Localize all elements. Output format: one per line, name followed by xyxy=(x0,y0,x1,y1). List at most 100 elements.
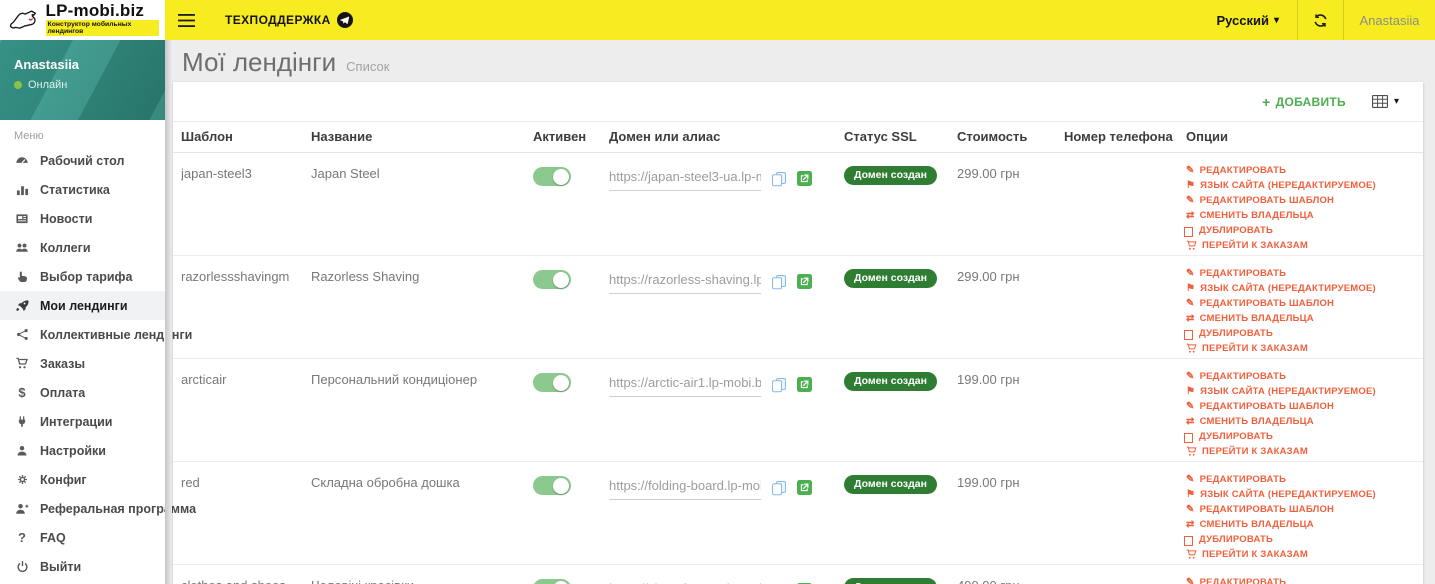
telegram-icon xyxy=(336,12,353,28)
plug-icon xyxy=(14,415,30,428)
sidebar-item-news[interactable]: Новости xyxy=(0,204,165,233)
open-site-icon[interactable] xyxy=(797,480,812,495)
open-site-icon[interactable] xyxy=(797,274,812,289)
ssl-status-badge: Домен создан xyxy=(844,269,937,288)
option-edit-template-link[interactable]: ✎ РЕДАКТИРОВАТЬ ШАБЛОН xyxy=(1186,195,1415,206)
language-dropdown[interactable]: Русский ▾ xyxy=(1198,0,1297,40)
hamburger-icon xyxy=(177,13,195,27)
option-duplicate-link[interactable]: ДУБЛИРОВАТЬ xyxy=(1183,431,1415,443)
option-duplicate-link[interactable]: ДУБЛИРОВАТЬ xyxy=(1183,225,1415,237)
sidebar-item-my-landings[interactable]: Мои лендинги xyxy=(0,291,165,320)
option-edit-template-link[interactable]: ✎ РЕДАКТИРОВАТЬ ШАБЛОН xyxy=(1186,504,1415,515)
option-edit-link[interactable]: ✎ РЕДАКТИРОВАТЬ xyxy=(1186,268,1415,279)
hamburger-menu-button[interactable] xyxy=(165,0,207,40)
exchange-icon: ⇄ xyxy=(1186,312,1195,324)
copy-domain-icon[interactable] xyxy=(771,171,787,187)
option-edit-template-link[interactable]: ✎ РЕДАКТИРОВАТЬ ШАБЛОН xyxy=(1186,401,1415,412)
copy-domain-icon[interactable] xyxy=(771,480,787,496)
chevron-down-icon: ▾ xyxy=(1273,14,1279,26)
active-toggle[interactable] xyxy=(533,476,571,495)
sidebar-item-orders[interactable]: Заказы xyxy=(0,349,165,378)
table-row: japan-steel3 Japan Steel https://japan-s… xyxy=(173,153,1423,256)
dashboard-icon xyxy=(14,154,30,168)
flag-icon: ⚑ xyxy=(1186,179,1196,191)
table-view-dropdown[interactable]: ▾ xyxy=(1371,95,1399,108)
option-change-owner-link[interactable]: ⇄ СМЕНИТЬ ВЛАДЕЛЬЦА xyxy=(1186,519,1415,530)
option-site-language-link[interactable]: ⚑ ЯЗЫК САЙТА (НЕРЕДАКТИРУЕМОЕ) xyxy=(1186,180,1415,191)
copy-domain-icon[interactable] xyxy=(771,377,787,393)
option-site-language-link[interactable]: ⚑ ЯЗЫК САЙТА (НЕРЕДАКТИРУЕМОЕ) xyxy=(1186,489,1415,500)
cell-price: 199.00 грн xyxy=(957,372,1020,387)
cell-options: ✎РЕДАКТИРОВАТЬ ⚑ЯЗЫК САЙТА (НЕРЕДАКТИРУЕ… xyxy=(1183,462,1415,564)
active-toggle[interactable] xyxy=(533,167,571,186)
col-name: Название xyxy=(311,129,373,144)
cell-options: ✎РЕДАКТИРОВАТЬ ⚑ЯЗЫК САЙТА (НЕРЕДАКТИРУЕ… xyxy=(1183,256,1415,358)
option-go-to-orders-link[interactable]: ПЕРЕЙТИ К ЗАКАЗАМ xyxy=(1186,549,1415,560)
option-edit-link[interactable]: ✎ РЕДАКТИРОВАТЬ xyxy=(1186,577,1415,584)
active-toggle[interactable] xyxy=(533,579,571,584)
edit-icon: ✎ xyxy=(1186,576,1195,584)
hand-pointer-icon xyxy=(14,270,30,283)
option-change-owner-link[interactable]: ⇄ СМЕНИТЬ ВЛАДЕЛЬЦА xyxy=(1186,416,1415,427)
option-edit-link[interactable]: ✎ РЕДАКТИРОВАТЬ xyxy=(1186,165,1415,176)
open-site-icon[interactable] xyxy=(797,377,812,392)
option-edit-template-link[interactable]: ✎ РЕДАКТИРОВАТЬ ШАБЛОН xyxy=(1186,298,1415,309)
cell-price: 199.00 грн xyxy=(957,475,1020,490)
sidebar-item-faq[interactable]: ? FAQ xyxy=(0,523,165,552)
orders-cart-icon xyxy=(14,357,30,370)
cell-template: razorlessshavingm xyxy=(181,269,290,284)
domain-input[interactable]: https://japan-steel3-ua.lp-mobi.biz xyxy=(609,169,761,191)
copy-domain-icon[interactable] xyxy=(771,274,787,290)
support-button[interactable]: ТЕХПОДДЕРЖКА xyxy=(225,0,353,40)
sidebar-item-integrations[interactable]: Интеграции xyxy=(0,407,165,436)
option-duplicate-link[interactable]: ДУБЛИРОВАТЬ xyxy=(1183,534,1415,546)
app-window: LP-mobi.biz Конструктор мобильных лендин… xyxy=(0,0,1435,584)
domain-input[interactable]: https://razorless-shaving.lp-mobi.biz xyxy=(609,272,761,294)
sidebar-item-tariff[interactable]: Выбор тарифа xyxy=(0,262,165,291)
active-toggle[interactable] xyxy=(533,373,571,392)
cell-domain: https://arctic-air1.lp-mobi.biz xyxy=(609,359,844,461)
sidebar-item-config[interactable]: Конфиг xyxy=(0,465,165,494)
sidebar: Anastasiia Онлайн Меню Рабочий стол Стат… xyxy=(0,40,196,584)
option-go-to-orders-link[interactable]: ПЕРЕЙТИ К ЗАКАЗАМ xyxy=(1186,446,1415,457)
col-domain: Домен или алиас xyxy=(609,129,721,144)
cell-active xyxy=(533,256,609,358)
option-site-language-link[interactable]: ⚑ ЯЗЫК САЙТА (НЕРЕДАКТИРУЕМОЕ) xyxy=(1186,386,1415,397)
cell-price: 299.00 грн xyxy=(957,166,1020,181)
duplicate-icon xyxy=(1183,432,1193,443)
add-button[interactable]: + ДОБАВИТЬ xyxy=(1262,94,1346,110)
logo[interactable]: LP-mobi.biz Конструктор мобильных лендин… xyxy=(0,0,165,40)
sidebar-item-dashboard[interactable]: Рабочий стол xyxy=(0,146,165,175)
sidebar-item-statistics[interactable]: Статистика xyxy=(0,175,165,204)
sidebar-scrollbar[interactable] xyxy=(165,40,172,584)
cell-phone xyxy=(1064,256,1186,358)
domain-input[interactable]: https://folding-board.lp-mobi.biz xyxy=(609,478,761,500)
main-content: Мої лендінги Список + ДОБАВИТЬ ▾ Шаблон … xyxy=(165,40,1435,584)
exchange-icon: ⇄ xyxy=(1186,209,1195,221)
sidebar-item-payment[interactable]: $ Оплата xyxy=(0,378,165,407)
edit-icon: ✎ xyxy=(1186,164,1195,176)
open-site-icon[interactable] xyxy=(797,171,812,186)
option-edit-link[interactable]: ✎ РЕДАКТИРОВАТЬ xyxy=(1186,474,1415,485)
edit-icon: ✎ xyxy=(1186,297,1195,309)
edit-icon: ✎ xyxy=(1186,473,1195,485)
active-toggle[interactable] xyxy=(533,270,571,289)
option-site-language-link[interactable]: ⚑ ЯЗЫК САЙТА (НЕРЕДАКТИРУЕМОЕ) xyxy=(1186,283,1415,294)
option-edit-link[interactable]: ✎ РЕДАКТИРОВАТЬ xyxy=(1186,371,1415,382)
cell-active xyxy=(533,359,609,461)
sidebar-item-settings[interactable]: Настройки xyxy=(0,436,165,465)
user-menu[interactable]: Anastasiia xyxy=(1343,0,1435,40)
duplicate-icon xyxy=(1183,535,1193,546)
option-go-to-orders-link[interactable]: ПЕРЕЙТИ К ЗАКАЗАМ xyxy=(1186,343,1415,354)
sidebar-item-logout[interactable]: Выйти xyxy=(0,552,165,581)
option-duplicate-link[interactable]: ДУБЛИРОВАТЬ xyxy=(1183,328,1415,340)
option-go-to-orders-link[interactable]: ПЕРЕЙТИ К ЗАКАЗАМ xyxy=(1186,240,1415,251)
sidebar-item-collective-landings[interactable]: Коллективные лендинги xyxy=(0,320,192,349)
option-change-owner-link[interactable]: ⇄ СМЕНИТЬ ВЛАДЕЛЬЦА xyxy=(1186,313,1415,324)
domain-input[interactable]: https://arctic-air1.lp-mobi.biz xyxy=(609,375,761,397)
option-change-owner-link[interactable]: ⇄ СМЕНИТЬ ВЛАДЕЛЬЦА xyxy=(1186,210,1415,221)
cell-template: japan-steel3 xyxy=(181,166,252,181)
sidebar-item-referral[interactable]: Реферальная программа xyxy=(0,494,196,523)
refresh-button[interactable] xyxy=(1297,0,1343,40)
sidebar-item-colleagues[interactable]: Коллеги xyxy=(0,233,165,262)
